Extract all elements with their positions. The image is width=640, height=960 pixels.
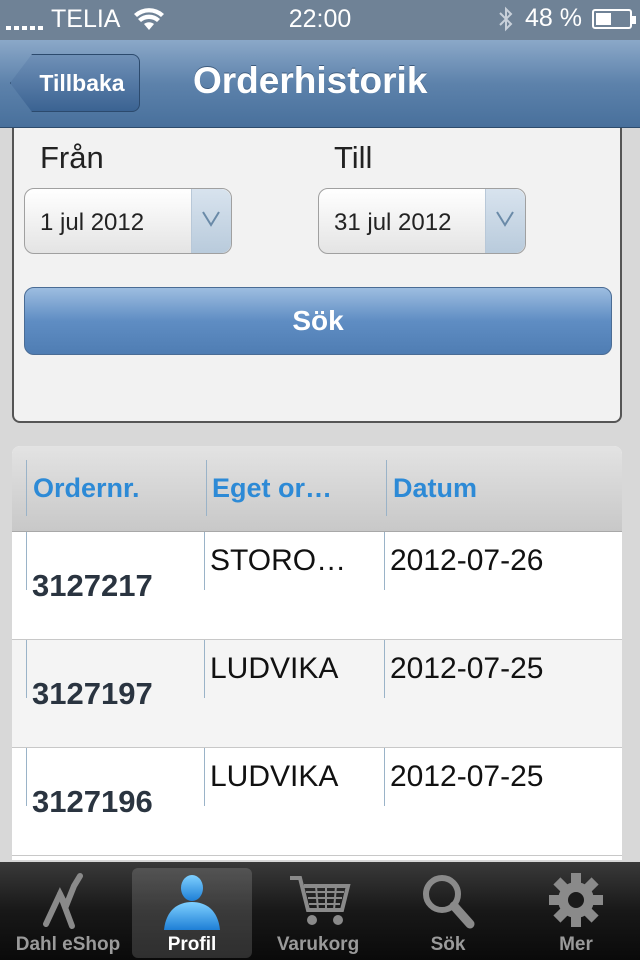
- own-reference: LUDVIKA: [210, 652, 339, 685]
- bluetooth-icon: [499, 6, 513, 31]
- status-bar: TELIA 22:00 48 %: [0, 0, 640, 40]
- to-dropdown-toggle[interactable]: [485, 189, 525, 253]
- to-date-value: 31 jul 2012: [334, 209, 452, 236]
- order-history-table: Ordernr. Eget or… Datum 3127217 STORO… 2…: [12, 446, 622, 860]
- own-reference: LUDVIKA: [210, 760, 339, 793]
- tab-sok[interactable]: Sök: [388, 868, 508, 958]
- search-icon: [423, 875, 475, 929]
- table-row[interactable]: 3127217 STORO… 2012-07-26: [12, 532, 622, 640]
- column-header-date[interactable]: Datum: [393, 473, 477, 504]
- tab-label: Profil: [167, 934, 217, 955]
- search-button[interactable]: Sök: [24, 287, 612, 355]
- person-icon: [164, 875, 220, 930]
- tab-label: Varukorg: [276, 934, 360, 955]
- gear-icon: [549, 873, 603, 927]
- tab-label: Sök: [430, 934, 466, 955]
- page-title: Orderhistorik: [193, 60, 428, 101]
- order-date: 2012-07-25: [390, 760, 544, 793]
- tab-label: Dahl eShop: [15, 934, 121, 955]
- column-header-own-ref[interactable]: Eget or…: [212, 473, 332, 504]
- tab-profil[interactable]: Profil: [132, 868, 252, 958]
- tab-bar: Dahl eShop Profil Varukorg Sök Mer: [0, 862, 640, 960]
- from-label: Från: [40, 140, 104, 175]
- tab-label: Mer: [559, 934, 593, 955]
- order-number: 3127197: [32, 676, 153, 711]
- tab-varukorg[interactable]: Varukorg: [258, 868, 378, 958]
- battery-icon: [592, 8, 636, 29]
- from-date-select[interactable]: 1 jul 2012: [24, 188, 232, 254]
- cart-icon: [290, 876, 351, 925]
- battery-fill: [596, 12, 612, 25]
- own-reference: STORO…: [210, 544, 347, 577]
- dahl-logo-icon: [43, 873, 83, 929]
- order-number: 3127217: [32, 568, 153, 603]
- chevron-down-icon: [202, 211, 220, 227]
- order-number: 3127196: [32, 784, 153, 819]
- table-header: Ordernr. Eget or… Datum: [12, 446, 622, 532]
- to-date-select[interactable]: 31 jul 2012: [318, 188, 526, 254]
- tab-mer[interactable]: Mer: [516, 868, 636, 958]
- order-date: 2012-07-26: [390, 544, 544, 577]
- table-row[interactable]: 3127196 LUDVIKA 2012-07-25: [12, 748, 622, 856]
- battery-percent: 48 %: [525, 4, 582, 32]
- from-date-value: 1 jul 2012: [40, 209, 145, 236]
- table-row[interactable]: 3127197 LUDVIKA 2012-07-25: [12, 640, 622, 748]
- date-filter-panel: Från Till 1 jul 2012 31 jul 2012 Sök: [12, 128, 622, 423]
- from-dropdown-toggle[interactable]: [191, 189, 231, 253]
- column-header-ordernr[interactable]: Ordernr.: [33, 473, 140, 504]
- chevron-down-icon: [496, 211, 514, 227]
- tab-dahl-eshop[interactable]: Dahl eShop: [8, 868, 128, 958]
- order-date: 2012-07-25: [390, 652, 544, 685]
- to-label: Till: [334, 140, 373, 175]
- navigation-bar: Tillbaka Orderhistorik: [0, 40, 640, 128]
- back-button[interactable]: Tillbaka: [10, 54, 140, 112]
